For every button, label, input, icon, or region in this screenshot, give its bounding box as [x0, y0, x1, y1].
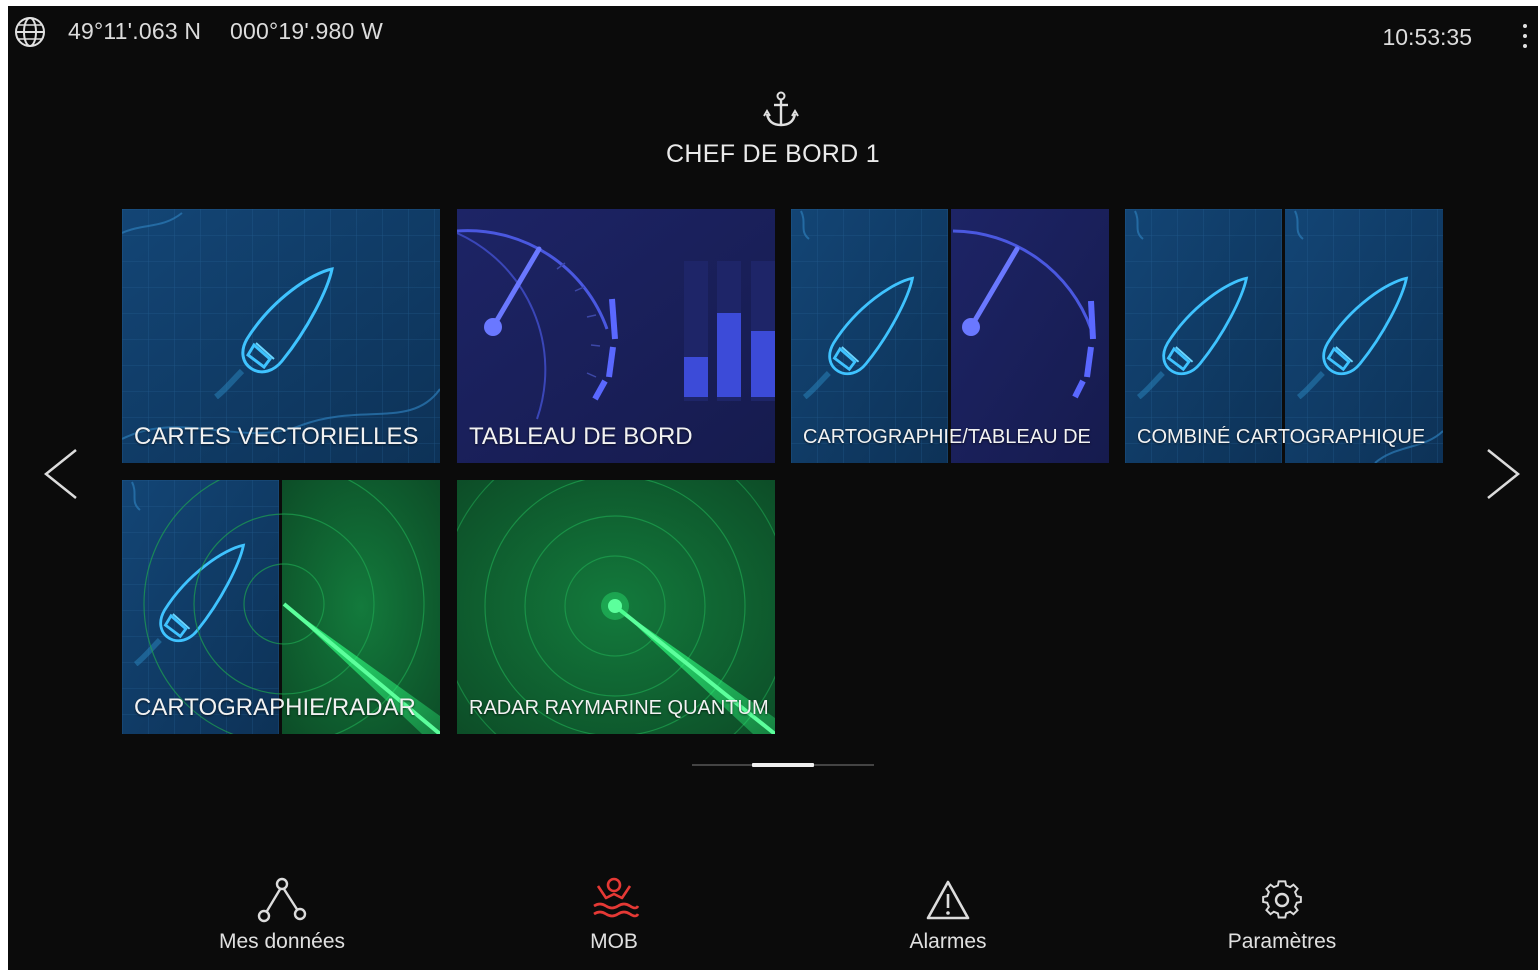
- app-tile-label: CARTOGRAPHIE/RADAR: [134, 694, 416, 721]
- status-bar: 49°11'.063 N 000°19'.980 W 10:53:35: [8, 6, 1538, 62]
- waypoints-icon: [257, 877, 307, 923]
- previous-page-arrow-icon[interactable]: [42, 444, 82, 504]
- mob-label: MOB: [590, 930, 638, 953]
- app-tile-label: COMBINÉ CARTOGRAPHIQUE: [1137, 426, 1426, 448]
- my-data-button[interactable]: Mes données: [172, 876, 392, 954]
- home-screen: 49°11'.063 N 000°19'.980 W 10:53:35 CHEF…: [8, 6, 1538, 970]
- chart-dashboard-thumbnail-icon: [791, 209, 1109, 463]
- alarms-button[interactable]: Alarmes: [838, 876, 1058, 954]
- app-tile-label: TABLEAU DE BORD: [469, 423, 693, 450]
- app-tile-combined-charts[interactable]: COMBINÉ CARTOGRAPHIQUE: [1125, 209, 1443, 463]
- globe-icon[interactable]: [14, 16, 46, 48]
- man-overboard-icon: [593, 877, 640, 918]
- app-tile-label: CARTES VECTORIELLES: [134, 423, 419, 450]
- radar-thumbnail-icon: [457, 480, 775, 734]
- page-indicator: [692, 763, 874, 767]
- app-tile-label: CARTOGRAPHIE/TABLEAU DE: [803, 426, 1091, 448]
- app-tile-dashboard[interactable]: TABLEAU DE BORD: [457, 209, 775, 463]
- app-tile-chart-radar[interactable]: CARTOGRAPHIE/RADAR: [122, 480, 440, 734]
- alarms-label: Alarmes: [909, 930, 987, 953]
- settings-button[interactable]: Paramètres: [1172, 876, 1392, 954]
- app-tile-chart-dashboard[interactable]: CARTOGRAPHIE/TABLEAU DE: [791, 209, 1109, 463]
- mob-button[interactable]: MOB: [504, 876, 724, 954]
- warning-icon: [926, 880, 970, 920]
- anchor-icon[interactable]: [762, 90, 800, 130]
- more-options-icon[interactable]: [1520, 24, 1530, 52]
- gear-icon: [1262, 880, 1302, 919]
- page-indicator-active: [752, 763, 814, 767]
- chart-chart-thumbnail-icon: [1125, 209, 1443, 463]
- settings-label: Paramètres: [1227, 930, 1337, 953]
- app-tile-radar[interactable]: RADAR RAYMARINE QUANTUM: [457, 480, 775, 734]
- next-page-arrow-icon[interactable]: [1482, 444, 1522, 504]
- app-tile-vector-charts[interactable]: CARTES VECTORIELLES: [122, 209, 440, 463]
- profile-name[interactable]: CHEF DE BORD 1: [8, 140, 1538, 169]
- app-tile-label: RADAR RAYMARINE QUANTUM: [469, 697, 769, 719]
- longitude-readout: 000°19'.980 W: [230, 18, 384, 44]
- latitude-readout: 49°11'.063 N: [68, 18, 202, 44]
- clock: 10:53:35: [1382, 24, 1472, 50]
- my-data-label: Mes données: [218, 930, 346, 953]
